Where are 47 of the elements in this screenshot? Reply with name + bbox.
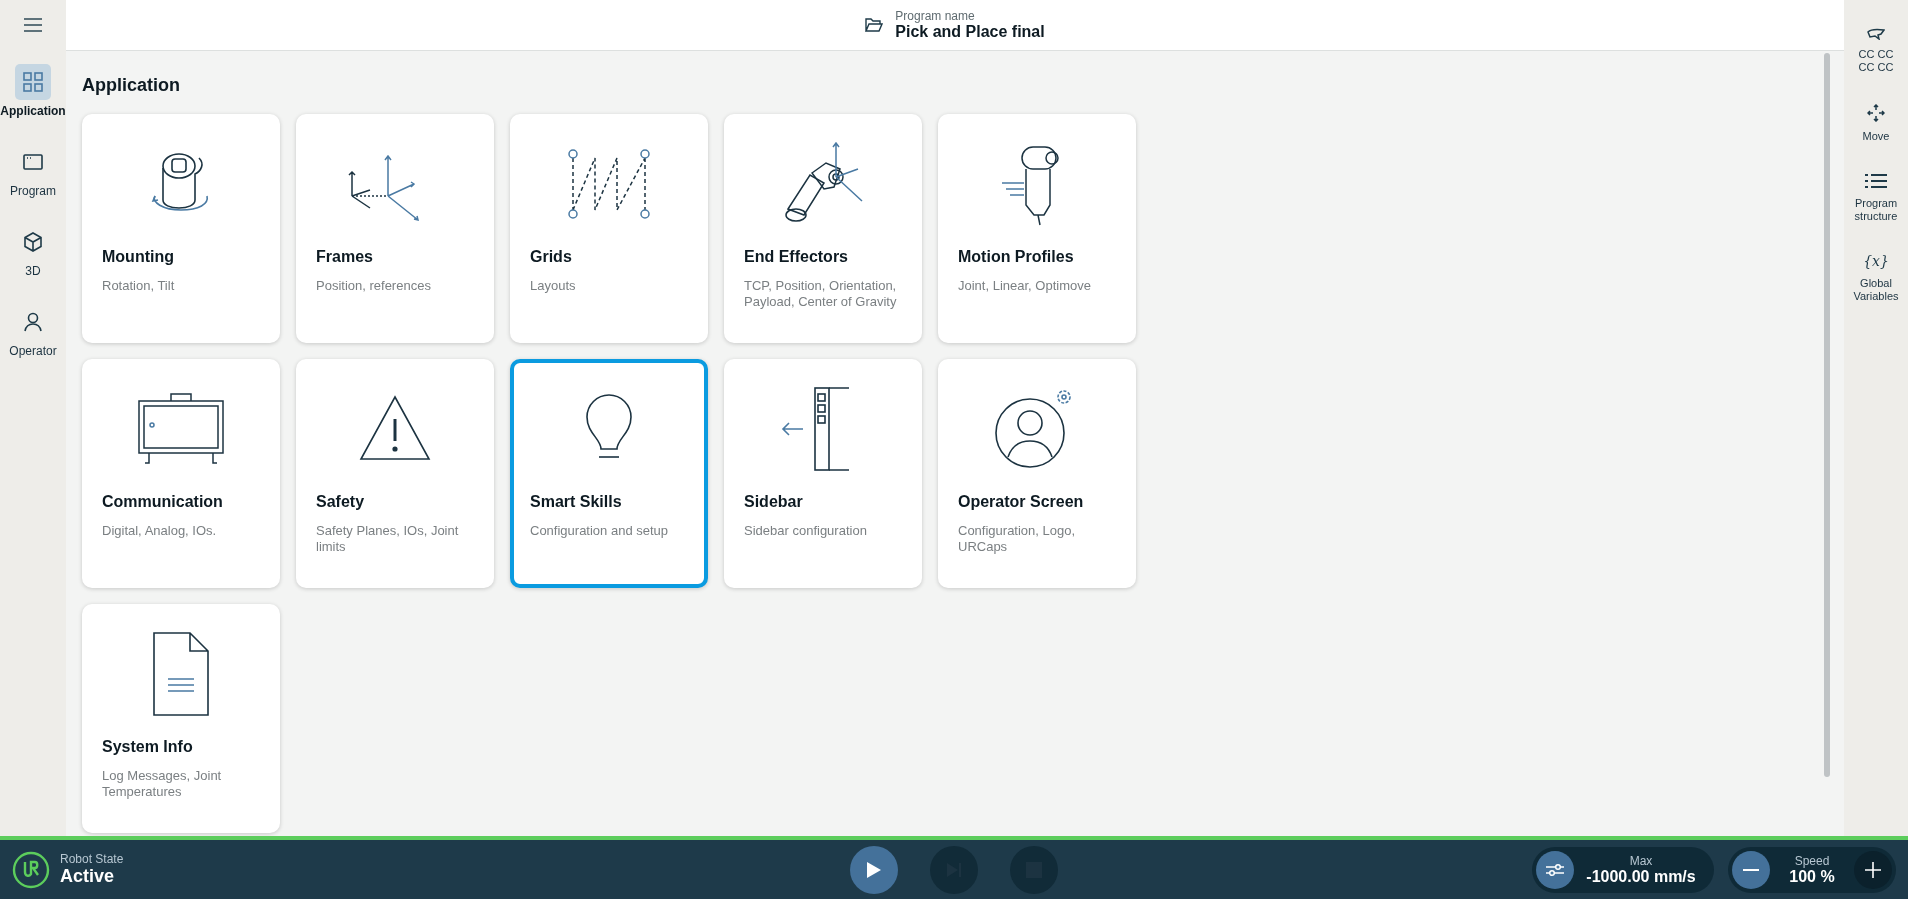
application-card[interactable]: Mounting Rotation, Tilt	[82, 114, 280, 343]
play-icon	[866, 860, 882, 879]
program-name: Pick and Place final	[895, 23, 1045, 41]
application-card[interactable]: End Effectors TCP, Position, Orientation, Payload, Center of Gravity	[724, 114, 922, 343]
cube-icon	[23, 232, 43, 252]
application-card[interactable]: Sidebar Sidebar configuration	[724, 359, 922, 588]
application-card[interactable]: Grids Layouts	[510, 114, 708, 343]
person-icon	[23, 312, 43, 332]
nav-item[interactable]: Application	[1, 64, 65, 118]
speed-label: Speed	[1794, 853, 1830, 868]
program-name-label: Program name	[895, 9, 976, 23]
max-value: -1000.00 mm/s	[1586, 867, 1696, 886]
variable-icon: {x}	[1863, 253, 1889, 269]
speed-value: 100 %	[1789, 867, 1835, 886]
menu-icon	[24, 18, 42, 32]
nav-item[interactable]: Program	[1, 144, 65, 198]
tool-button[interactable]: Program structure	[1845, 173, 1907, 223]
grid-icon	[23, 72, 43, 92]
application-card[interactable]: Smart Skills Configuration and setup	[510, 359, 708, 588]
list-icon	[1865, 173, 1887, 189]
folder-icon	[865, 18, 884, 32]
application-card[interactable]: Frames Position, references	[296, 114, 494, 343]
decrease-button[interactable]	[1732, 850, 1770, 889]
nav-item[interactable]: 3D	[1, 224, 65, 278]
increase-button[interactable]	[1854, 850, 1892, 889]
move-arrows-icon	[1867, 104, 1885, 122]
tool-button[interactable]: Move	[1845, 104, 1907, 143]
section-title: Application	[82, 75, 181, 96]
application-card[interactable]: Communication Digital, Analog, IOs.	[82, 359, 280, 588]
sliders-icon	[1545, 861, 1565, 878]
robot-state-label: Robot State	[60, 852, 124, 866]
application-card[interactable]: Operator Screen Configuration, Logo, URCaps	[938, 359, 1136, 588]
max-label: Max	[1629, 853, 1653, 868]
window-icon	[23, 154, 43, 170]
minus-icon	[1743, 868, 1759, 871]
application-card[interactable]: Safety Safety Planes, IOs, Joint limits	[296, 359, 494, 588]
nav-item[interactable]: Operator	[1, 304, 65, 358]
application-card[interactable]: System Info Log Messages, Joint Temperatures	[82, 604, 280, 833]
application-card[interactable]: Motion Profiles Joint, Linear, Optimove	[938, 114, 1136, 343]
tool-button[interactable]: CC CC CC CC	[1845, 28, 1907, 74]
plus-icon	[1865, 861, 1881, 878]
logo-icon	[12, 850, 50, 889]
tool-button[interactable]: {x} Global Variables	[1845, 253, 1907, 303]
play-button[interactable]	[850, 845, 898, 894]
menu-button[interactable]	[22, 16, 44, 34]
robot-state-value: Active	[60, 866, 116, 887]
adjust-button[interactable]	[1536, 850, 1574, 889]
